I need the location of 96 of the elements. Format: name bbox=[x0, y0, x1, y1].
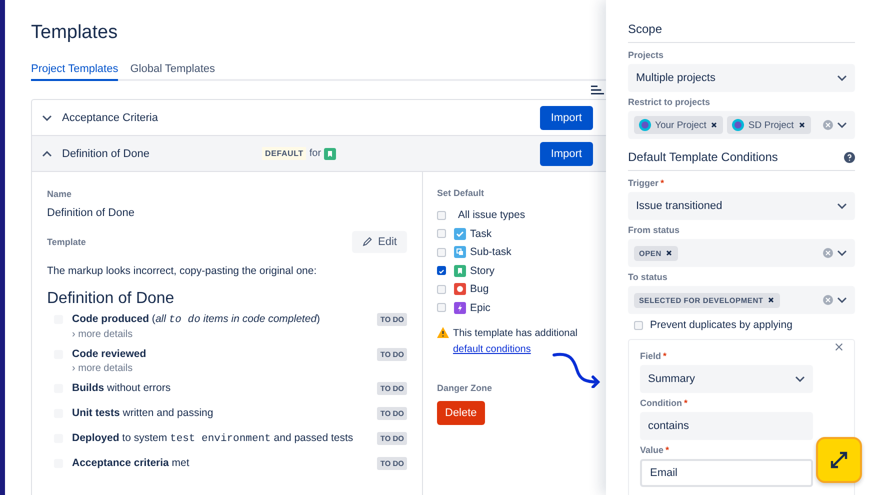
section-label: Danger Zone bbox=[437, 383, 494, 393]
tab[interactable]: Project Templates bbox=[31, 63, 118, 81]
pencil-icon bbox=[362, 237, 372, 247]
clear-icon[interactable] bbox=[823, 120, 833, 130]
checklist-item: Acceptance criteria met bbox=[72, 456, 190, 471]
chevron-icon bbox=[837, 75, 847, 81]
expand-button[interactable] bbox=[816, 437, 862, 483]
option-label: Sub-task bbox=[470, 246, 512, 258]
template-row[interactable]: Definition of Done DEFAULT for Import bbox=[32, 136, 606, 172]
required-mark: * bbox=[660, 178, 664, 188]
field-label: Name bbox=[47, 189, 73, 199]
required-mark: * bbox=[666, 445, 670, 455]
field-label: Projects bbox=[628, 50, 664, 60]
remove-icon[interactable] bbox=[767, 296, 776, 304]
checkmark-icon bbox=[454, 228, 466, 240]
checklist-item: Deployed to system test environment and passed tests bbox=[72, 431, 354, 447]
multi-select-field[interactable]: Your Project SD Project bbox=[628, 111, 855, 139]
description-text: The markup looks incorrect, copy-pasting the original one: bbox=[47, 265, 318, 277]
field-label: Trigger bbox=[628, 178, 659, 188]
checkbox[interactable] bbox=[437, 266, 446, 276]
chevron-icon[interactable] bbox=[42, 114, 52, 120]
field-label: Template bbox=[47, 237, 86, 247]
chevron-icon bbox=[837, 203, 847, 209]
option-label: Task bbox=[470, 228, 492, 240]
checkbox[interactable] bbox=[437, 229, 446, 238]
field-label: Restrict to projects bbox=[628, 97, 710, 107]
checkbox[interactable] bbox=[437, 210, 446, 220]
chevron-icon[interactable] bbox=[837, 122, 847, 128]
avatar-icon bbox=[732, 119, 744, 131]
option-label: Epic bbox=[470, 302, 490, 314]
tag[interactable]: Your Project bbox=[634, 116, 724, 134]
field-label: Value bbox=[640, 445, 664, 455]
warning-text: This template has additional bbox=[453, 327, 578, 340]
lightning-icon bbox=[454, 302, 466, 314]
field-label: Condition bbox=[640, 398, 682, 408]
select-field[interactable]: Issue transitioned bbox=[628, 192, 855, 220]
checkbox[interactable] bbox=[437, 303, 446, 312]
bookmark-icon bbox=[454, 264, 466, 277]
tab[interactable]: Global Templates bbox=[130, 63, 216, 81]
default-badge: DEFAULT bbox=[262, 147, 306, 160]
remove-icon[interactable] bbox=[710, 121, 718, 129]
remove-icon[interactable] bbox=[665, 249, 674, 257]
template-name: Acceptance Criteria bbox=[62, 112, 159, 124]
close-icon[interactable] bbox=[835, 343, 843, 351]
checklist-item: Code produced (all to do items in code completed) bbox=[72, 312, 322, 328]
required-mark: * bbox=[684, 398, 688, 408]
checkbox[interactable] bbox=[437, 248, 446, 257]
clear-icon[interactable] bbox=[823, 248, 833, 258]
delete-button[interactable]: Delete bbox=[437, 401, 485, 425]
checklist-item: Builds without errors bbox=[72, 381, 172, 396]
required-mark: * bbox=[663, 351, 667, 361]
import-button[interactable]: Import bbox=[540, 142, 593, 166]
avatar-icon bbox=[639, 119, 651, 131]
chevron-icon[interactable] bbox=[42, 150, 52, 156]
subtask-icon bbox=[454, 246, 466, 258]
field-label: To status bbox=[628, 272, 668, 282]
select-field[interactable]: Multiple projects bbox=[628, 64, 855, 92]
checklist-item: Code reviewed bbox=[72, 347, 148, 362]
bug-icon bbox=[454, 283, 466, 296]
bookmark-icon bbox=[324, 148, 336, 160]
curved-arrow-icon bbox=[552, 352, 602, 388]
template-name: Definition of Done bbox=[62, 148, 150, 160]
page-title: Templates bbox=[31, 22, 119, 44]
option-label: Bug bbox=[470, 283, 489, 296]
checkbox[interactable] bbox=[437, 284, 446, 294]
section-heading: Default Template Conditions bbox=[628, 150, 778, 164]
import-button[interactable]: Import bbox=[540, 106, 593, 130]
warning-icon bbox=[437, 327, 449, 338]
option-label: Story bbox=[470, 264, 495, 277]
remove-icon[interactable] bbox=[798, 121, 806, 129]
template-name-value: Definition of Done bbox=[47, 207, 136, 219]
clear-icon[interactable] bbox=[823, 295, 833, 305]
chevron-icon[interactable] bbox=[837, 297, 847, 303]
chevron-icon bbox=[795, 376, 805, 382]
field-label: Field bbox=[640, 351, 662, 361]
expand-icon bbox=[829, 450, 849, 470]
section-heading: Scope bbox=[628, 0, 855, 43]
select-field[interactable]: Summary bbox=[640, 365, 813, 393]
list-icon[interactable] bbox=[591, 85, 604, 95]
chevron-icon[interactable] bbox=[837, 250, 847, 256]
for-label: for bbox=[309, 148, 322, 159]
checklist-heading: Definition of Done bbox=[47, 290, 176, 308]
tag[interactable]: SD Project bbox=[727, 116, 811, 134]
help-icon[interactable] bbox=[844, 152, 855, 162]
more-details-link[interactable]: › more details bbox=[72, 362, 378, 375]
checklist-item: Unit tests written and passing bbox=[72, 406, 214, 421]
checkbox[interactable] bbox=[634, 320, 643, 330]
more-details-link[interactable]: › more details bbox=[72, 328, 378, 341]
field-label: From status bbox=[628, 225, 680, 235]
section-label: Set Default bbox=[437, 188, 486, 198]
text-field[interactable]: contains bbox=[640, 412, 813, 440]
option-label: All issue types bbox=[458, 209, 526, 222]
checkbox-label: Prevent duplicates by applying bbox=[650, 319, 792, 331]
input-field[interactable]: Email bbox=[640, 459, 813, 487]
conditions-link[interactable]: default conditions bbox=[453, 343, 531, 356]
edit-button[interactable]: Edit bbox=[352, 231, 407, 253]
